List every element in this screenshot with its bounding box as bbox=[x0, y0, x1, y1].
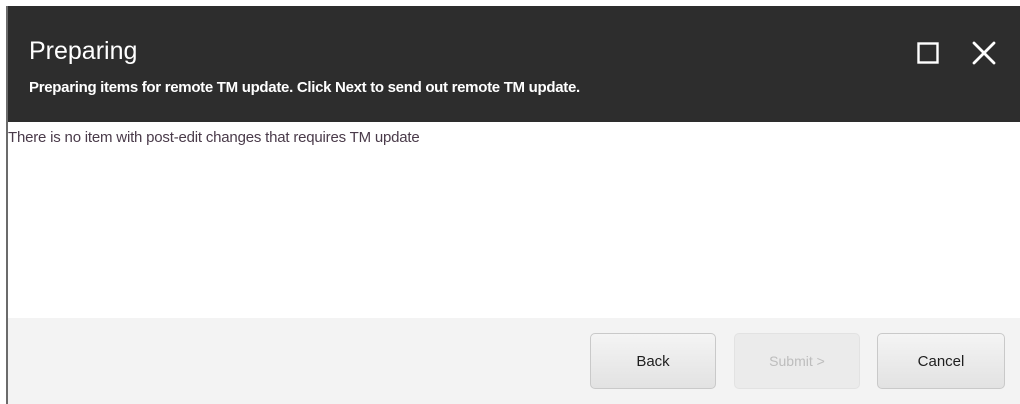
dialog-title: Preparing bbox=[29, 37, 138, 65]
back-button[interactable]: Back bbox=[590, 333, 716, 389]
submit-button[interactable]: Submit > bbox=[734, 333, 860, 389]
dialog-header: Preparing Preparing items for remote TM … bbox=[8, 6, 1020, 122]
dialog-content: There is no item with post-edit changes … bbox=[8, 122, 1020, 318]
close-icon bbox=[972, 41, 996, 65]
dialog: Preparing Preparing items for remote TM … bbox=[6, 6, 1020, 404]
dialog-subtitle: Preparing items for remote TM update. Cl… bbox=[29, 79, 580, 96]
maximize-icon bbox=[917, 42, 939, 64]
cancel-button[interactable]: Cancel bbox=[877, 333, 1005, 389]
close-button[interactable] bbox=[970, 39, 998, 67]
status-message: There is no item with post-edit changes … bbox=[8, 129, 420, 146]
dialog-footer: Back Submit > Cancel bbox=[8, 318, 1020, 404]
maximize-button[interactable] bbox=[914, 39, 942, 67]
